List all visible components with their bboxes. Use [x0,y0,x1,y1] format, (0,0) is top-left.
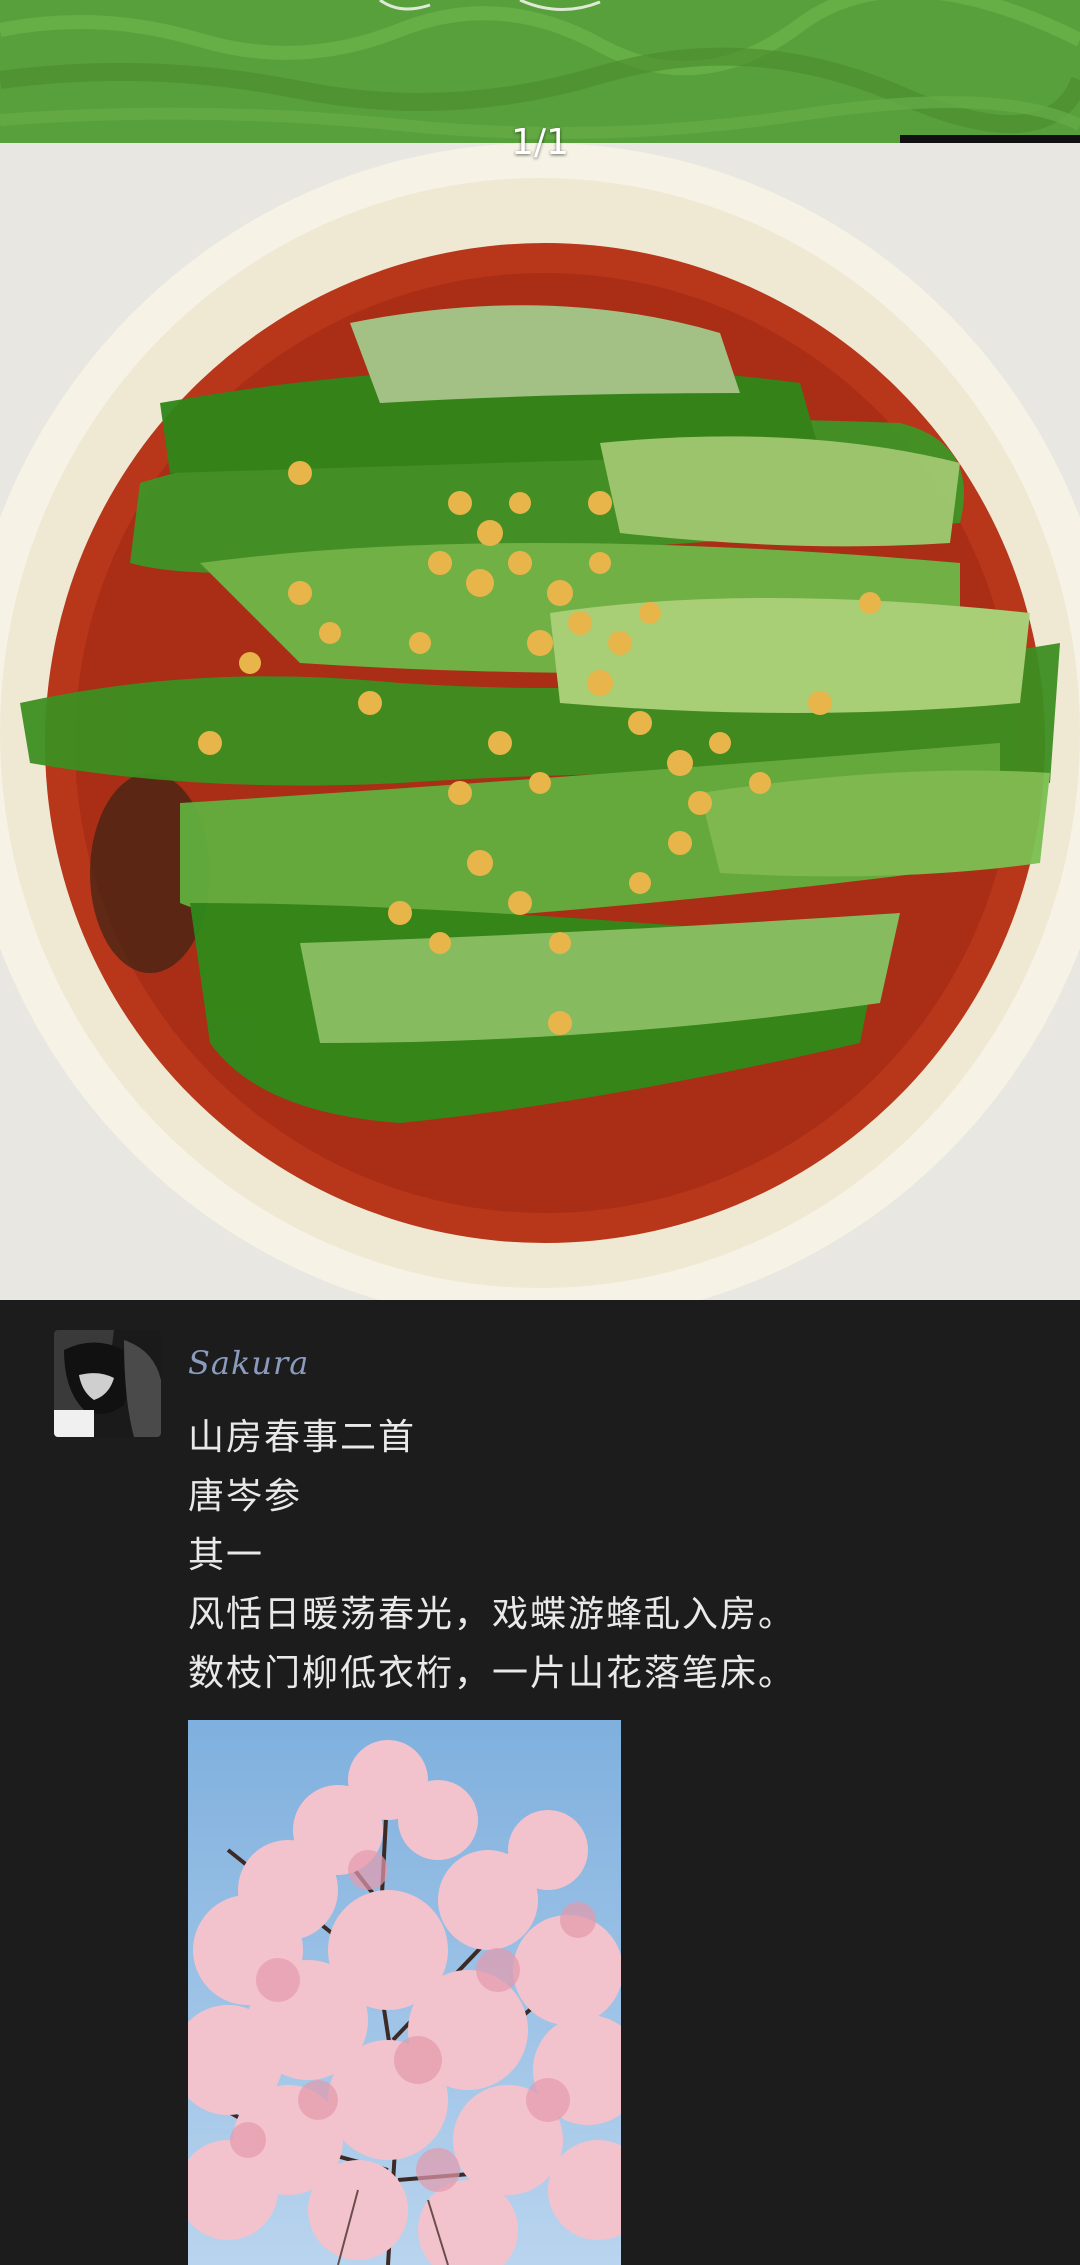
poem-line: 山房春事二首 [188,1417,417,1458]
poem-line: 风恬日暖荡春光，戏蝶游蜂乱入房。 [188,1594,797,1635]
page-counter: 1/1 [511,122,569,163]
lettuce-dish-photo[interactable] [0,143,1080,1300]
cherry-blossom-photo[interactable] [188,1720,621,2265]
poem-line: 数枝门柳低衣桁，一片山花落笔床。 [188,1653,797,1694]
poem-text: 山房春事二首 唐岑参 其一 风恬日暖荡春光，戏蝶游蜂乱入房。 数枝门柳低衣桁，一… [188,1408,796,1703]
poem-line: 其一 [188,1535,265,1576]
avatar[interactable] [54,1330,161,1437]
post-card: Sakura 山房春事二首 唐岑参 其一 风恬日暖荡春光，戏蝶游蜂乱入房。 数枝… [0,1300,1080,2265]
username[interactable]: Sakura [188,1344,309,1382]
poem-line: 唐岑参 [188,1476,303,1517]
